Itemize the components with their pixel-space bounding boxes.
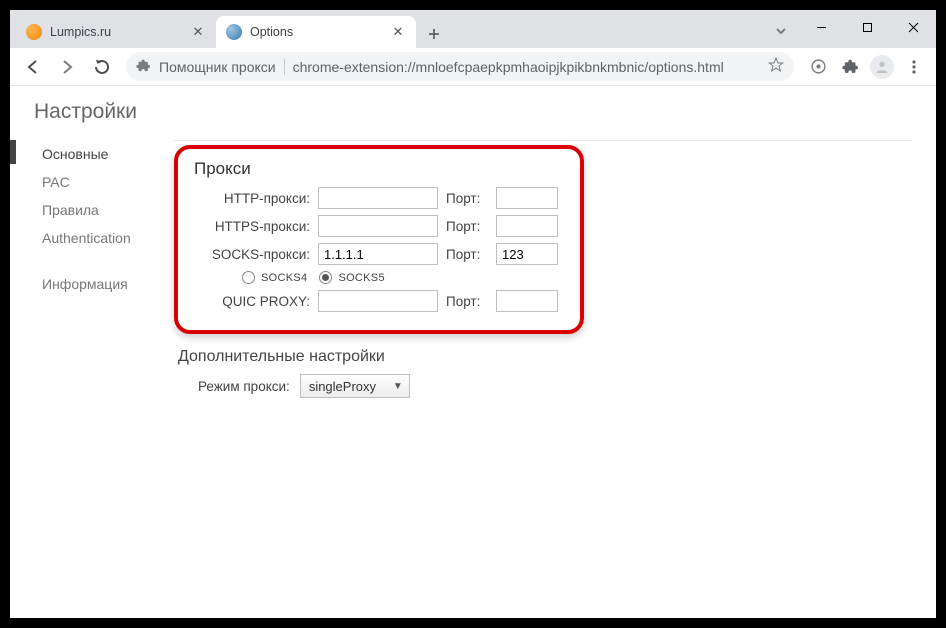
http-proxy-port-input[interactable] [496, 187, 558, 209]
window-close-button[interactable] [890, 10, 936, 44]
quic-proxy-host-input[interactable] [318, 290, 438, 312]
window-controls [798, 10, 936, 44]
quic-proxy-label: QUIC PROXY: [210, 294, 310, 309]
options-favicon [226, 24, 242, 40]
sidebar-item-info[interactable]: Информация [34, 270, 174, 298]
tab-label: Lumpics.ru [50, 25, 182, 39]
http-proxy-row: HTTP-прокси: Порт: [210, 187, 566, 209]
https-proxy-label: HTTPS-прокси: [210, 219, 310, 234]
reload-button[interactable] [86, 52, 116, 82]
lumpics-favicon [26, 24, 42, 40]
socks-version-row: SOCKS4 SOCKS5 [242, 271, 566, 284]
forward-button[interactable] [52, 52, 82, 82]
divider [174, 140, 912, 141]
advanced-heading: Дополнительные настройки [178, 348, 912, 366]
page-content: Настройки Основные PAC Правила Authentic… [10, 86, 936, 618]
separator [284, 59, 285, 75]
page-title: Настройки [34, 100, 912, 124]
browser-toolbar: Помощник прокси chrome-extension://mnloe… [10, 48, 936, 86]
profile-avatar[interactable] [868, 53, 896, 81]
https-proxy-port-input[interactable] [496, 215, 558, 237]
url-text: chrome-extension://mnloefcpaepkpmhaoipjk… [293, 59, 760, 75]
extension-name: Помощник прокси [159, 59, 276, 75]
https-proxy-host-input[interactable] [318, 215, 438, 237]
socks-proxy-port-label: Порт: [446, 247, 488, 262]
sidebar-item-rules[interactable]: Правила [34, 196, 174, 224]
proxy-heading: Прокси [194, 159, 566, 179]
http-proxy-label: HTTP-прокси: [210, 191, 310, 206]
back-button[interactable] [18, 52, 48, 82]
https-proxy-port-label: Порт: [446, 219, 488, 234]
socks-proxy-host-input[interactable] [318, 243, 438, 265]
socks-proxy-label: SOCKS-прокси: [210, 247, 310, 262]
tab-options[interactable]: Options ✕ [216, 16, 416, 48]
tablist-dropdown-button[interactable] [766, 16, 796, 46]
http-proxy-port-label: Порт: [446, 191, 488, 206]
proxy-mode-value: singleProxy [309, 379, 376, 394]
quic-proxy-port-label: Порт: [446, 294, 488, 309]
close-icon[interactable]: ✕ [390, 24, 406, 40]
quic-proxy-row: QUIC PROXY: Порт: [210, 290, 566, 312]
sidebar-item-auth[interactable]: Authentication [34, 224, 174, 252]
proxy-section-highlight: Прокси HTTP-прокси: Порт: HTTPS-прокси: [174, 145, 584, 334]
close-icon[interactable]: ✕ [190, 24, 206, 40]
socks4-label: SOCKS4 [261, 272, 307, 284]
socks-proxy-port-input[interactable] [496, 243, 558, 265]
sidebar-item-main[interactable]: Основные [34, 140, 174, 168]
newtab-button[interactable] [420, 20, 448, 48]
address-bar[interactable]: Помощник прокси chrome-extension://mnloe… [126, 52, 794, 81]
quic-proxy-port-input[interactable] [496, 290, 558, 312]
https-proxy-row: HTTPS-прокси: Порт: [210, 215, 566, 237]
socks-proxy-row: SOCKS-прокси: Порт: [210, 243, 566, 265]
extension-menu-icon[interactable] [804, 53, 832, 81]
socks5-radio[interactable] [319, 271, 332, 284]
proxy-mode-label: Режим прокси: [198, 379, 290, 394]
socks4-radio[interactable] [242, 271, 255, 284]
sidebar-item-pac[interactable]: PAC [34, 168, 174, 196]
browser-menu-button[interactable] [900, 53, 928, 81]
tab-label: Options [250, 25, 382, 39]
http-proxy-host-input[interactable] [318, 187, 438, 209]
extension-icon [136, 58, 151, 76]
window-maximize-button[interactable] [844, 10, 890, 44]
bookmark-star-icon[interactable] [768, 57, 784, 76]
extensions-puzzle-icon[interactable] [836, 53, 864, 81]
window-minimize-button[interactable] [798, 10, 844, 44]
active-marker [10, 140, 16, 164]
settings-main: Прокси HTTP-прокси: Порт: HTTPS-прокси: [174, 140, 912, 398]
settings-sidebar: Основные PAC Правила Authentication Инфо… [34, 140, 174, 398]
chevron-down-icon: ▼ [393, 381, 403, 392]
tab-lumpics[interactable]: Lumpics.ru ✕ [16, 16, 216, 48]
proxy-mode-row: Режим прокси: singleProxy ▼ [198, 374, 912, 398]
socks5-label: SOCKS5 [338, 272, 384, 284]
proxy-mode-select[interactable]: singleProxy ▼ [300, 374, 410, 398]
sidebar-gap [34, 252, 174, 270]
